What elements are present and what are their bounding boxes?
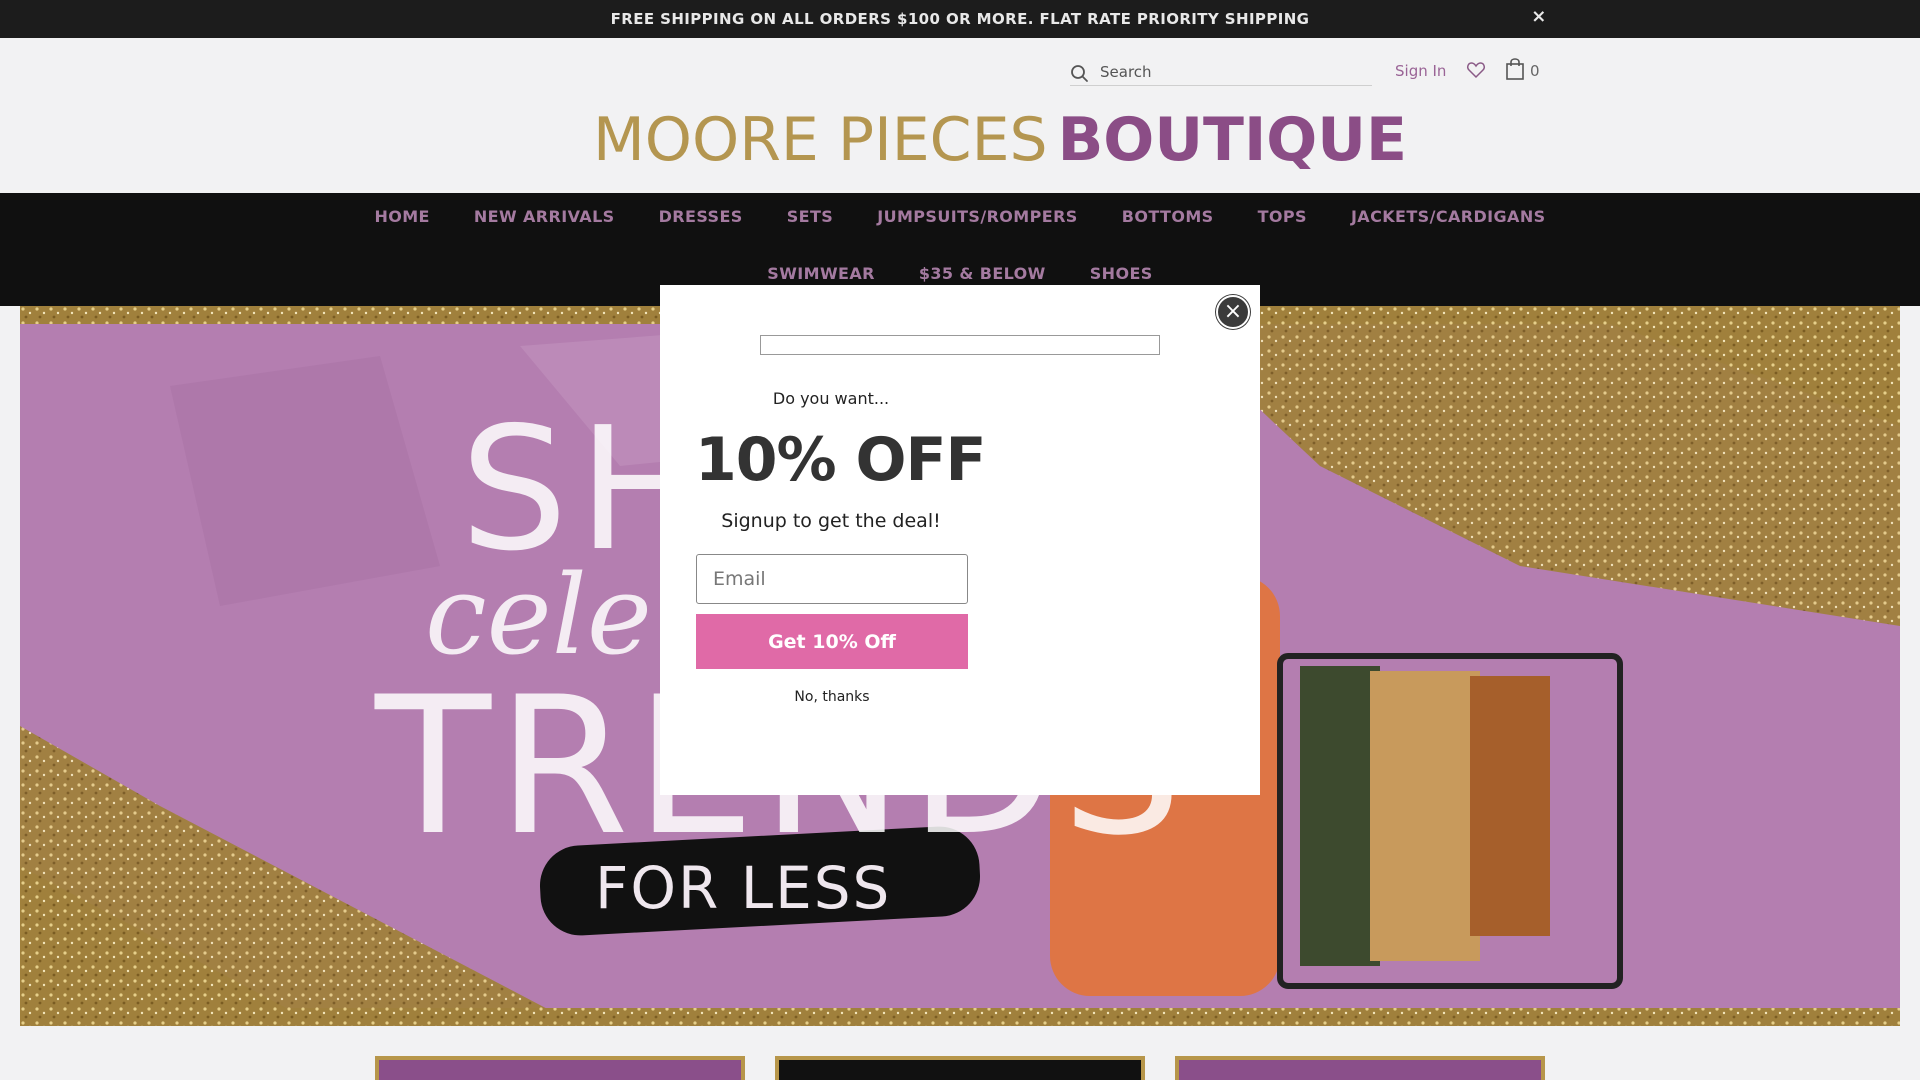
popup-subtitle: Signup to get the deal! — [721, 510, 941, 532]
email-field[interactable] — [696, 554, 968, 604]
modal-overlay: × Do you want... 10% OFF Signup to get t… — [0, 0, 1920, 1080]
get-discount-button[interactable]: Get 10% Off — [696, 614, 968, 669]
broken-image-placeholder — [760, 335, 1160, 355]
close-icon[interactable]: × — [1216, 295, 1250, 329]
signup-popup: × Do you want... 10% OFF Signup to get t… — [660, 285, 1260, 795]
no-thanks-link[interactable]: No, thanks — [696, 689, 968, 705]
popup-title: 10% OFF — [695, 425, 986, 495]
popup-pretitle: Do you want... — [772, 389, 890, 408]
